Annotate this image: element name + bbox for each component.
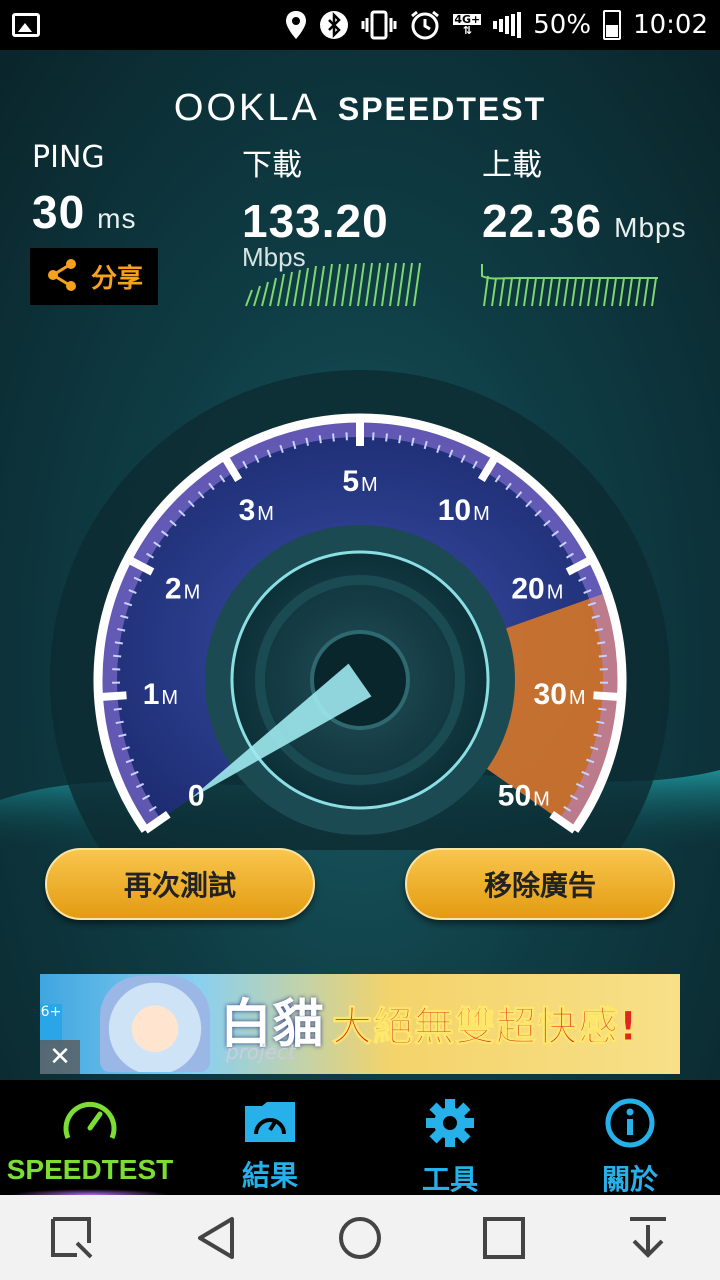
- vibrate-icon: [361, 10, 397, 40]
- retest-button[interactable]: 再次測試: [45, 848, 315, 920]
- ping-label: PING: [32, 140, 105, 175]
- ping-stat: PING 30 ms: [32, 140, 137, 239]
- download-stat: 下載 133.20 Mbps: [242, 140, 389, 272]
- gauge-minor-tick: [332, 433, 335, 442]
- location-icon: [285, 10, 307, 40]
- brand-logo: OOKLA: [173, 87, 320, 129]
- battery-percent: 50%: [533, 10, 592, 40]
- ad-logo-sub: project: [226, 1040, 296, 1064]
- info-icon: [602, 1098, 658, 1152]
- tab-about-label: 關於: [601, 1163, 658, 1196]
- gauge-minor-tick: [115, 720, 124, 725]
- system-nav-bar: [0, 1195, 720, 1280]
- ping-value-row: 30 ms: [32, 185, 137, 239]
- gauge-major-tick: [593, 691, 622, 702]
- ping-unit: ms: [97, 203, 137, 234]
- gauge-minor-tick: [113, 707, 122, 711]
- share-icon: [45, 257, 79, 297]
- bluetooth-icon: [319, 10, 349, 40]
- ad-banner[interactable]: 6+ 白貓 project 大絕無雙超快感! ✕: [40, 974, 680, 1074]
- gauge-major-tick: [98, 691, 127, 702]
- upload-value-row: 22.36 Mbps: [482, 194, 687, 248]
- gauge-minor-tick: [318, 435, 322, 444]
- gauge-minor-tick: [385, 433, 388, 442]
- gauge-minor-tick: [113, 654, 122, 658]
- upload-sparkline: [481, 264, 658, 307]
- recents-button[interactable]: [474, 1208, 534, 1268]
- gear-icon: [422, 1098, 478, 1152]
- gauge-minor-tick: [598, 707, 607, 711]
- speedtest-screen: OOKLA SPEEDTEST PING 30 ms 下載 133.20 Mbps …: [0, 50, 720, 1080]
- tab-tools-label: 工具: [421, 1163, 478, 1196]
- brand-product: SPEEDTEST: [337, 91, 547, 127]
- tab-speedtest-label: SPEEDTEST: [6, 1154, 174, 1185]
- ad-close-button[interactable]: ✕: [40, 1040, 80, 1074]
- upload-stat: 上載 22.36 Mbps: [482, 140, 687, 248]
- bottom-tab-bar: SPEEDTEST 結果 工具 關於: [0, 1080, 720, 1196]
- home-icon: [339, 1216, 381, 1259]
- clock: 10:02: [633, 10, 708, 40]
- gauge-minor-tick: [114, 641, 123, 645]
- home-button[interactable]: [330, 1208, 390, 1268]
- tab-tools[interactable]: 工具: [360, 1080, 540, 1196]
- gauge-minor-tick: [598, 654, 607, 658]
- ad-headline: 大絕無雙超快感!: [331, 1004, 639, 1051]
- speedometer-icon: [62, 1098, 118, 1148]
- screenshot-icon: [51, 1216, 93, 1258]
- remove-ads-button[interactable]: 移除廣告: [405, 848, 675, 920]
- upload-value: 22.36: [482, 195, 603, 247]
- upload-unit: Mbps: [614, 212, 687, 243]
- recents-icon: [483, 1216, 525, 1259]
- status-bar: 4G+ ⇅ 50% 10:02: [0, 0, 720, 50]
- screenshot-button[interactable]: [42, 1208, 102, 1268]
- share-label: 分享: [90, 264, 143, 294]
- download-label: 下載: [242, 148, 302, 183]
- signal-icon: [493, 12, 522, 38]
- notification-pull-button[interactable]: [618, 1208, 678, 1268]
- gauge-minor-tick: [398, 435, 402, 444]
- ping-value: 30: [32, 186, 86, 238]
- gauge-minor-tick: [597, 641, 606, 645]
- notification-pull-icon: [630, 1216, 666, 1258]
- app-brand: OOKLA SPEEDTEST: [0, 85, 720, 130]
- share-button[interactable]: 分享: [30, 248, 158, 305]
- ad-character-image: [100, 976, 210, 1072]
- back-icon: [198, 1216, 234, 1259]
- tab-results[interactable]: 結果: [180, 1080, 360, 1195]
- gauge-minor-tick: [596, 720, 605, 725]
- upload-label: 上載: [482, 148, 542, 183]
- tab-about[interactable]: 關於: [540, 1080, 720, 1196]
- age-rating-badge: 6+: [40, 1004, 62, 1044]
- gauge-tick-label: 0: [188, 780, 205, 813]
- download-sparkline: [245, 262, 421, 307]
- download-value: 133.20: [242, 195, 389, 247]
- alarm-icon: [409, 9, 441, 41]
- tab-results-label: 結果: [241, 1159, 298, 1192]
- back-button[interactable]: [186, 1208, 246, 1268]
- tab-speedtest[interactable]: SPEEDTEST: [0, 1080, 180, 1195]
- results-folder-icon: [242, 1098, 298, 1148]
- data-arrows-icon: 4G+ ⇅: [453, 13, 482, 37]
- battery-icon: [603, 10, 622, 40]
- image-icon: [12, 13, 40, 37]
- speed-gauge: 01 M2 M3 M5 M10 M20 M30 M50 M: [0, 370, 720, 850]
